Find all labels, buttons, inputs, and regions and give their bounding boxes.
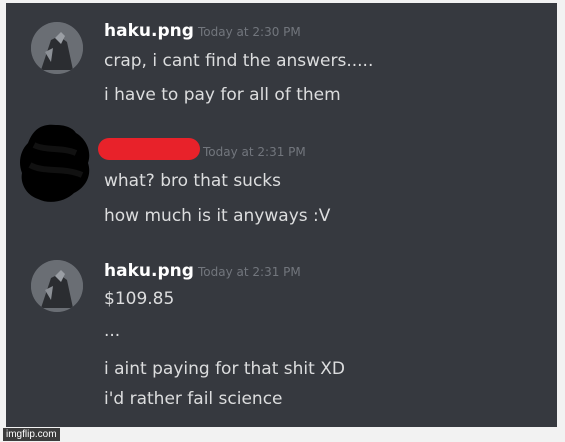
message-text: how much is it anyways :V (104, 206, 331, 226)
message-text: i aint paying for that shit XD (104, 359, 345, 379)
avatar[interactable] (31, 22, 83, 74)
avatar-scribble-redaction (20, 124, 90, 202)
screenshot-frame: haku.png Today at 2:30 PM crap, i cant f… (0, 0, 565, 442)
message-text: i'd rather fail science (104, 389, 283, 409)
message-timestamp: Today at 2:31 PM (198, 265, 301, 279)
message-text: i have to pay for all of them (104, 85, 341, 105)
avatar[interactable] (31, 260, 83, 312)
message-timestamp: Today at 2:30 PM (198, 25, 301, 39)
avatar-image (31, 260, 83, 312)
message-text: ... (104, 321, 121, 341)
chat-pane: haku.png Today at 2:30 PM crap, i cant f… (6, 3, 557, 427)
message-timestamp: Today at 2:31 PM (203, 145, 306, 159)
avatar-image (31, 22, 83, 74)
message-text: crap, i cant find the answers..... (104, 51, 374, 71)
username-redaction (98, 138, 200, 160)
message-username[interactable]: haku.png (104, 21, 194, 41)
imgflip-watermark: imgflip.com (3, 428, 60, 441)
message-username[interactable]: haku.png (104, 261, 194, 281)
message-text: what? bro that sucks (104, 171, 282, 191)
message-text: $109.85 (104, 289, 175, 309)
